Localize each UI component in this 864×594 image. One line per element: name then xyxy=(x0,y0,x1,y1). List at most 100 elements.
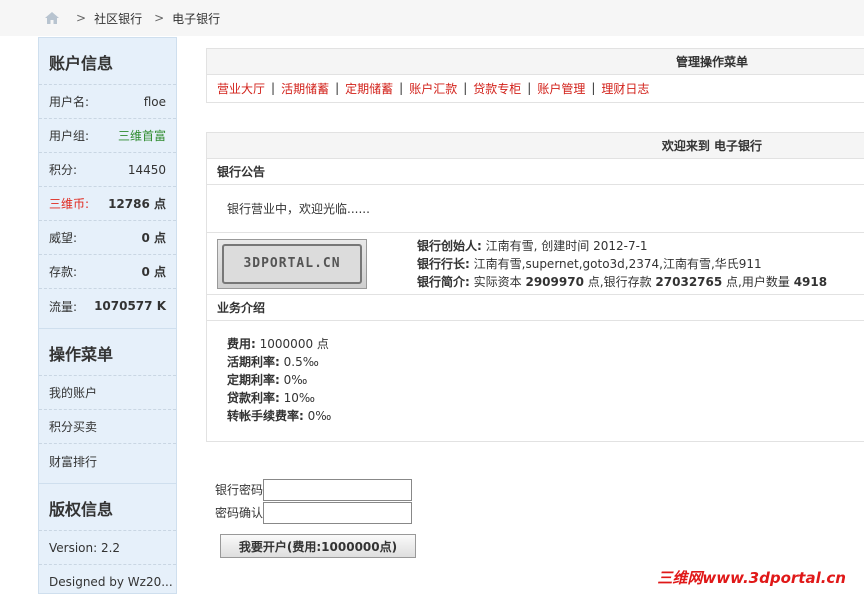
password-input[interactable] xyxy=(263,478,412,501)
intro-line: 银行简介: 实际资本 2909970 点,银行存款 27032765 点,用户数… xyxy=(417,273,827,291)
breadcrumb-item-community-bank[interactable]: 社区银行 xyxy=(94,10,142,27)
usergroup-value: 三维首富 xyxy=(117,129,166,143)
service-fee: 费用: 1000000 点 xyxy=(227,335,864,353)
service-fixed-rate: 定期利率: 0‰ xyxy=(227,371,864,389)
breadcrumb-separator: > xyxy=(76,11,87,25)
prestige-label: 威望: xyxy=(49,231,78,245)
deposit-value: 0 点 xyxy=(141,265,166,279)
account-row-prestige: 威望: 0 点 xyxy=(39,221,176,255)
welcome-title: 欢迎来到 电子银行 xyxy=(207,133,864,159)
notice-title: 银行公告 xyxy=(207,159,864,185)
intro-mid: 点,银行存款 xyxy=(587,274,652,289)
manager-label: 银行行长: xyxy=(417,256,470,271)
home-icon[interactable] xyxy=(44,11,60,25)
menu-separator: | xyxy=(527,81,532,95)
username-value: floe xyxy=(143,94,166,109)
menu-item-finance-log[interactable]: 理财日志 xyxy=(601,80,649,97)
bank-logo-text: 3DPORTAL.CN xyxy=(222,243,362,284)
sidebar-item-my-account[interactable]: 我的账户 xyxy=(39,376,176,410)
usergroup-label: 用户组: xyxy=(49,129,90,143)
notice-text: 银行营业中，欢迎光临...... xyxy=(207,185,864,233)
sidebar: 账户信息 用户名: floe 用户组: 三维首富 积分: 14450 三维币: … xyxy=(38,37,177,594)
account-row-username: 用户名: floe xyxy=(39,85,176,119)
menu-separator: | xyxy=(399,81,404,95)
version-text: Version: 2.2 xyxy=(39,531,176,565)
copyright-title: 版权信息 xyxy=(39,484,176,531)
service-transfer-rate-value: 0‰ xyxy=(307,409,332,423)
intro-prefix: 实际资本 xyxy=(473,274,522,289)
service-demand-rate: 活期利率: 0.5‰ xyxy=(227,353,864,371)
services-list: 费用: 1000000 点 活期利率: 0.5‰ 定期利率: 0‰ 贷款利率: … xyxy=(207,321,864,439)
traffic-value: 1070577 K xyxy=(94,299,166,313)
intro-deposit: 27032765 xyxy=(655,274,723,289)
traffic-label: 流量: xyxy=(49,299,78,314)
account-row-points: 积分: 14450 xyxy=(39,153,176,187)
menu-item-fixed-savings[interactable]: 定期储蓄 xyxy=(345,80,393,97)
service-fee-value: 1000000 点 xyxy=(259,337,329,351)
breadcrumb-item-e-bank[interactable]: 电子银行 xyxy=(172,10,220,27)
service-loan-rate: 贷款利率: 10‰ xyxy=(227,389,864,407)
service-loan-rate-label: 贷款利率: xyxy=(227,391,280,405)
menu-separator: | xyxy=(335,81,340,95)
menu-item-loan-counter[interactable]: 贷款专柜 xyxy=(473,80,521,97)
service-transfer-rate-label: 转帐手续费率: xyxy=(227,409,304,423)
confirm-label: 密码确认 xyxy=(214,506,263,520)
founder-value: 江南有雪, 创建时间 2012-7-1 xyxy=(485,238,648,253)
account-row-usergroup: 用户组: 三维首富 xyxy=(39,119,176,153)
menu-item-demand-savings[interactable]: 活期储蓄 xyxy=(281,80,329,97)
menu-item-account-management[interactable]: 账户管理 xyxy=(537,80,585,97)
confirm-row: 密码确认 xyxy=(206,501,412,524)
account-row-traffic: 流量: 1070577 K xyxy=(39,289,176,323)
service-fixed-rate-label: 定期利率: xyxy=(227,373,280,387)
service-transfer-rate: 转帐手续费率: 0‰ xyxy=(227,407,864,425)
intro-mid2: 点,用户数量 xyxy=(726,274,790,289)
coins-value: 12786 点 xyxy=(108,197,166,211)
account-row-deposit: 存款: 0 点 xyxy=(39,255,176,289)
service-demand-rate-label: 活期利率: xyxy=(227,355,280,369)
intro-capital: 2909970 xyxy=(525,274,584,289)
deposit-label: 存款: xyxy=(49,265,78,279)
menu-separator: | xyxy=(271,81,276,95)
sidebar-item-points-trade[interactable]: 积分买卖 xyxy=(39,410,176,444)
service-fee-label: 费用: xyxy=(227,337,256,351)
prestige-value: 0 点 xyxy=(141,231,166,245)
operation-menu-title: 操作菜单 xyxy=(39,329,176,376)
account-row-coins: 三维币: 12786 点 xyxy=(39,187,176,221)
bank-info-block: 3DPORTAL.CN 银行创始人: 江南有雪, 创建时间 2012-7-1 银… xyxy=(207,233,864,295)
service-fixed-rate-value: 0‰ xyxy=(283,373,308,387)
bank-logo: 3DPORTAL.CN xyxy=(217,238,367,289)
bank-info-lines: 银行创始人: 江南有雪, 创建时间 2012-7-1 银行行长: 江南有雪,su… xyxy=(417,237,827,291)
username-label: 用户名: xyxy=(49,95,90,109)
account-info-title: 账户信息 xyxy=(39,38,176,85)
breadcrumb: > 社区银行 > 电子银行 xyxy=(0,0,864,36)
manager-value: 江南有雪,supernet,goto3d,2374,江南有雪,华氏911 xyxy=(473,256,762,271)
password-label: 银行密码 xyxy=(214,483,263,497)
points-value: 14450 xyxy=(127,162,166,177)
admin-menu-links: 营业大厅 | 活期储蓄 | 定期储蓄 | 账户汇款 | 贷款专柜 | 账户管理 … xyxy=(207,75,864,101)
menu-item-remittance[interactable]: 账户汇款 xyxy=(409,80,457,97)
services-title: 业务介绍 xyxy=(207,295,864,321)
points-label: 积分: xyxy=(49,163,78,177)
password-row: 银行密码 xyxy=(206,478,412,501)
menu-item-business-hall[interactable]: 营业大厅 xyxy=(217,80,265,97)
breadcrumb-separator: > xyxy=(154,11,165,25)
menu-separator: | xyxy=(591,81,596,95)
designed-by-text: Designed by Wz20... xyxy=(49,575,173,589)
welcome-panel: 欢迎来到 电子银行 银行公告 银行营业中，欢迎光临...... 3DPORTAL… xyxy=(206,132,864,442)
site-watermark: 三维网www.3dportal.cn xyxy=(657,569,846,587)
founder-line: 银行创始人: 江南有雪, 创建时间 2012-7-1 xyxy=(417,237,827,255)
intro-users: 4918 xyxy=(793,274,828,289)
admin-menu-title: 管理操作菜单 xyxy=(207,49,864,75)
sidebar-item-wealth-rank[interactable]: 财富排行 xyxy=(39,444,176,478)
founder-label: 银行创始人: xyxy=(417,238,482,253)
service-demand-rate-value: 0.5‰ xyxy=(283,355,319,369)
menu-separator: | xyxy=(463,81,468,95)
manager-line: 银行行长: 江南有雪,supernet,goto3d,2374,江南有雪,华氏9… xyxy=(417,255,827,273)
coins-label: 三维币: xyxy=(49,197,90,211)
open-account-form: 银行密码 密码确认 我要开户(费用:1000000点) xyxy=(206,478,416,558)
confirm-password-input[interactable] xyxy=(263,501,412,524)
admin-menu-panel: 管理操作菜单 营业大厅 | 活期储蓄 | 定期储蓄 | 账户汇款 | 贷款专柜 … xyxy=(206,48,864,103)
open-account-button[interactable]: 我要开户(费用:1000000点) xyxy=(220,534,416,558)
service-loan-rate-value: 10‰ xyxy=(283,391,316,405)
intro-label: 银行简介: xyxy=(417,274,470,289)
